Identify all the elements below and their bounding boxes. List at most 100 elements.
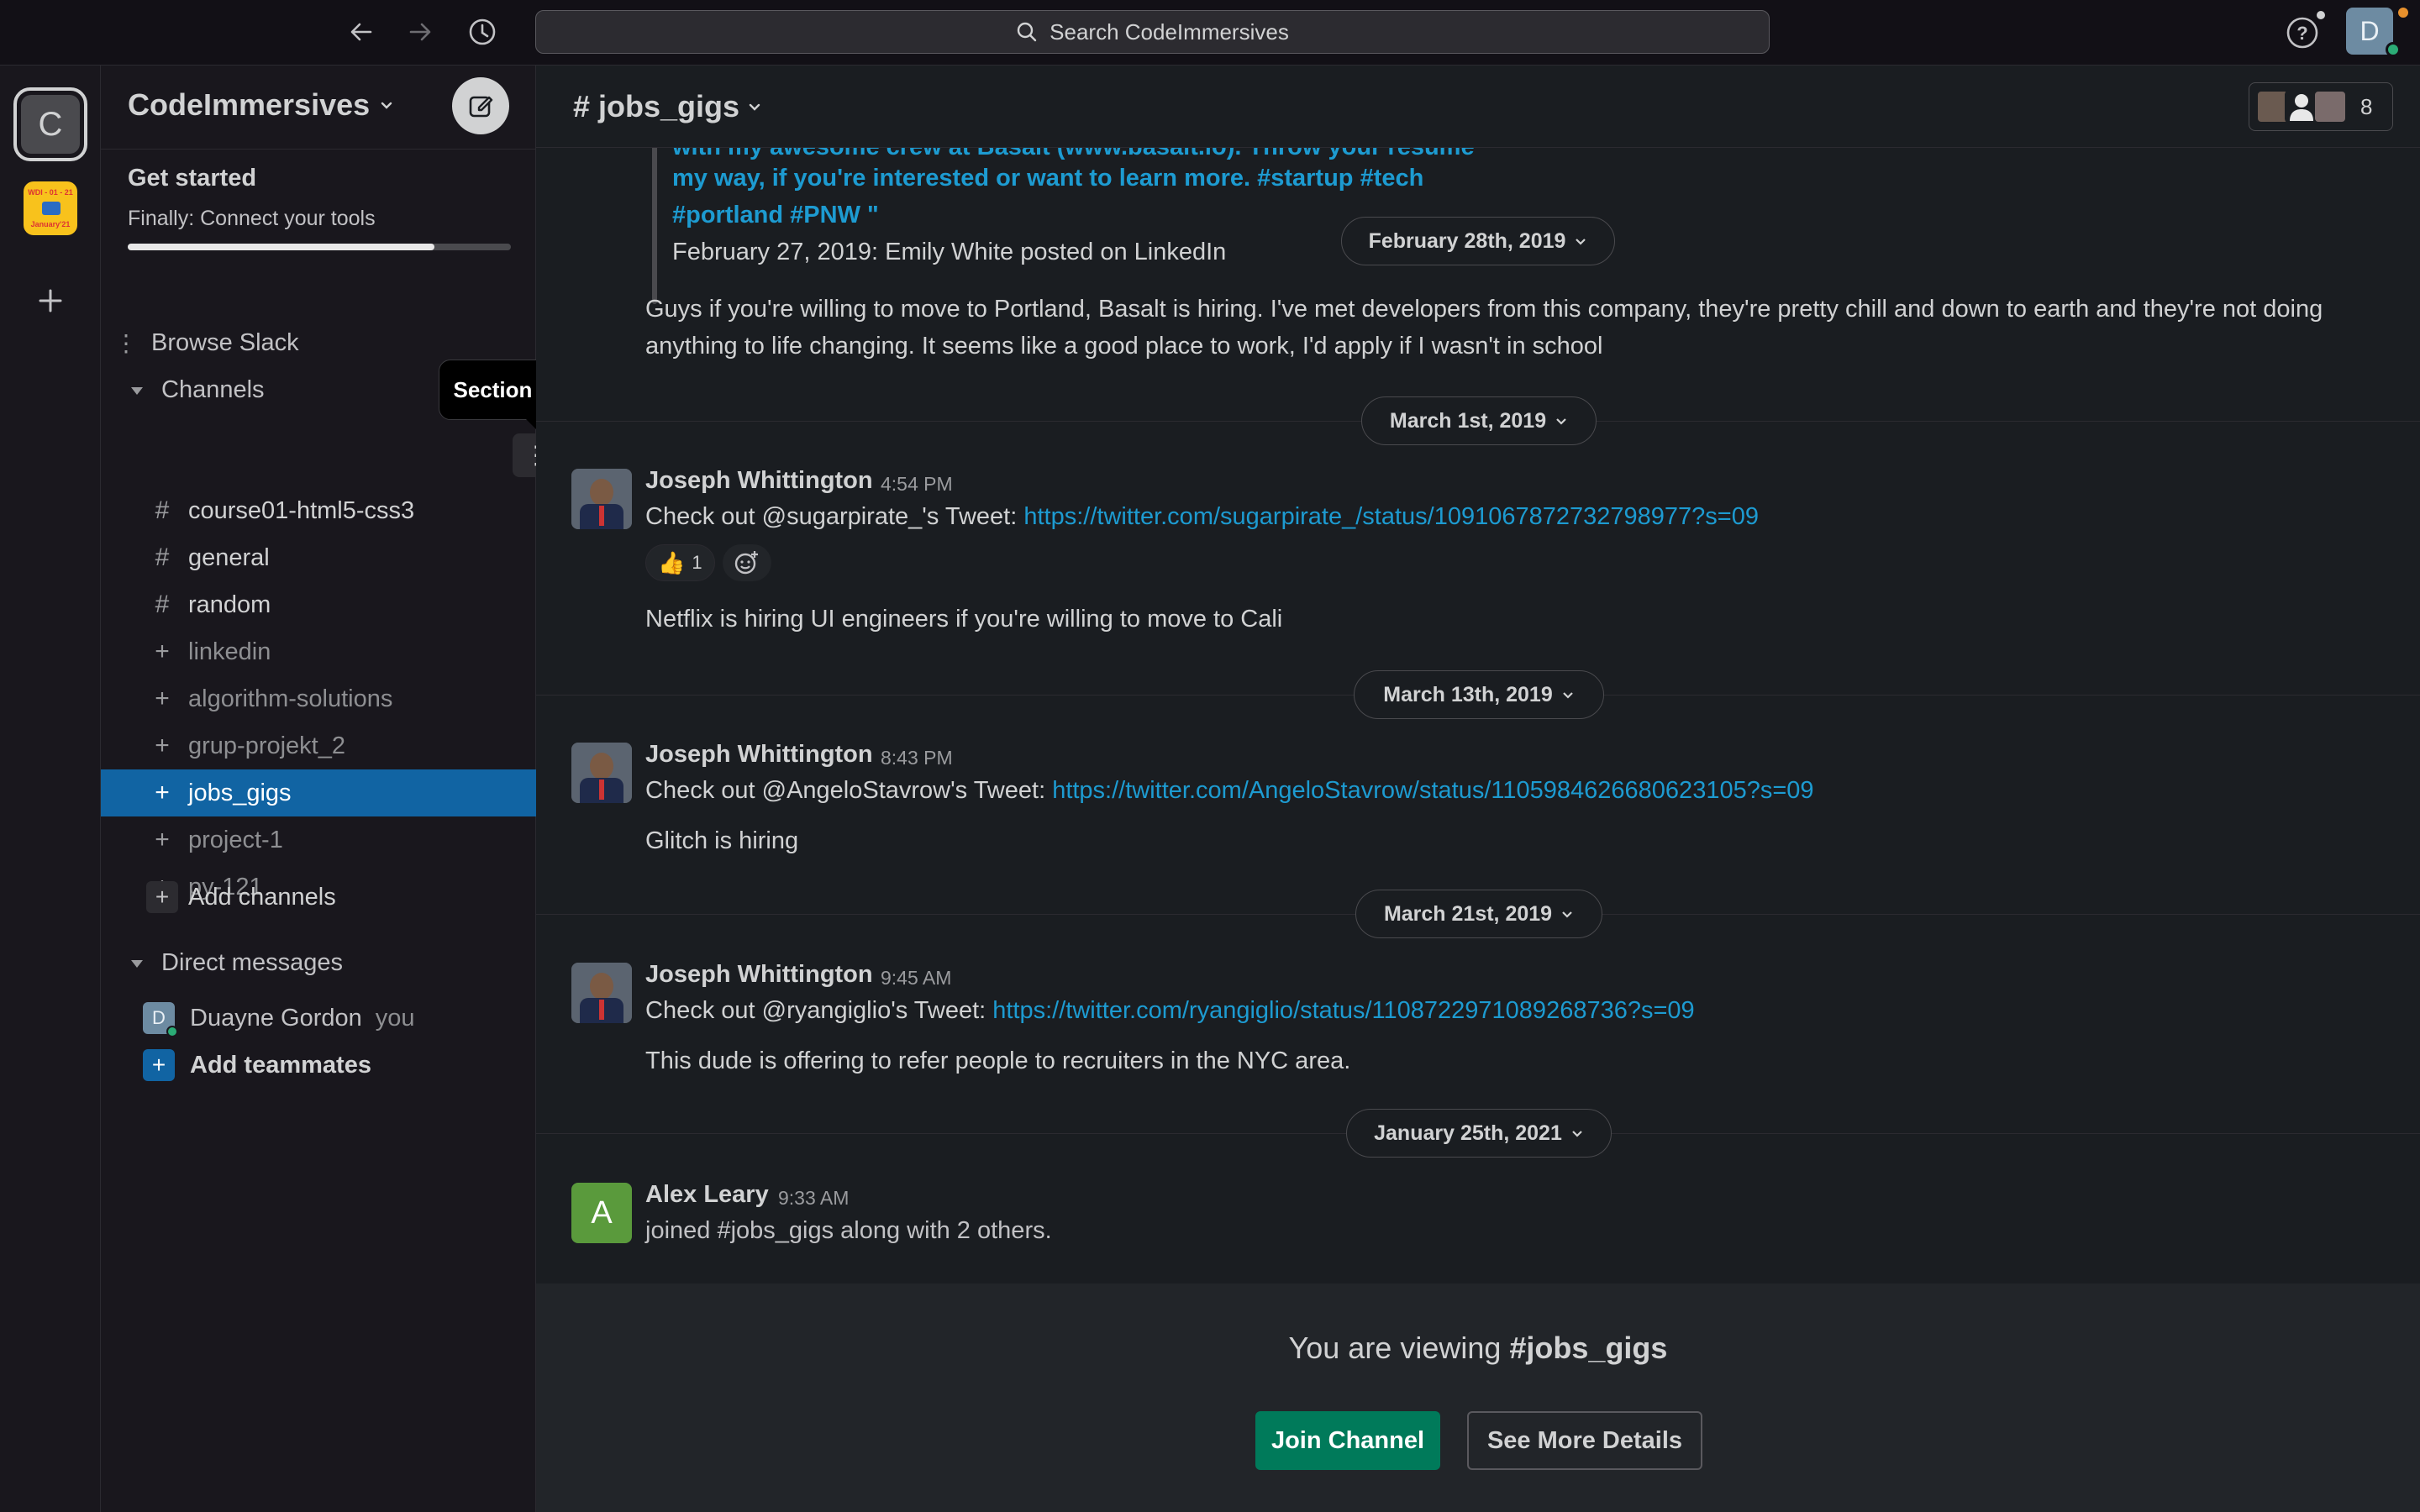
channel-item[interactable]: # course01-html5-css3 [101,487,536,534]
compose-icon [469,96,493,118]
chevron-down-icon [1556,418,1566,425]
quote-text: my way, if you're interested or want to … [672,165,1424,192]
direct-messages-section-header[interactable]: Direct messages [128,949,343,977]
svg-text:?: ? [2296,23,2307,44]
help-notification-dot [2315,9,2327,21]
message-author[interactable]: Joseph Whittington [645,467,873,495]
message-time[interactable]: 4:54 PM [881,473,953,496]
date-divider-button[interactable]: March 1st, 2019 [1361,396,1597,445]
message-author[interactable]: Alex Leary [645,1181,769,1209]
reaction-thumbs-up[interactable]: 👍 1 [645,544,715,581]
channel-item[interactable]: # general [101,534,536,581]
hash-icon: # [155,496,170,524]
online-status-dot [166,1026,178,1037]
hash-icon: # [155,591,170,618]
channel-item[interactable]: + algorithm-solutions [101,675,536,722]
hash-icon: # [155,543,170,571]
message-author[interactable]: Joseph Whittington [645,961,873,989]
chevron-down-icon [749,103,760,111]
add-reaction-button[interactable] [723,544,771,581]
avatar[interactable]: A [571,1183,632,1243]
get-started-title[interactable]: Get started [128,165,256,192]
plus-icon: + [143,1049,175,1081]
search-input[interactable]: Search CodeImmersives [535,10,1770,54]
channel-label: jobs_gigs [188,779,292,806]
viewing-notice: You are viewing #jobs_gigs [536,1331,2420,1366]
tweet-link[interactable]: https://twitter.com/ryangiglio/status/11… [992,997,1694,1024]
channel-item[interactable]: + linkedin [101,628,536,675]
chevron-down-icon [1562,911,1572,918]
member-count: 8 [2360,93,2373,119]
channel-header: # jobs_gigs 8 [536,66,2420,148]
add-teammates[interactable]: + Add teammates [101,1042,536,1089]
avatar[interactable] [571,469,632,529]
workspace-icon-text: January'21 [30,220,71,228]
add-workspace-icon[interactable] [30,281,71,321]
dm-user-name: Duayne Gordon [190,1004,362,1032]
search-icon [1017,22,1037,42]
add-teammates-label: Add teammates [190,1051,371,1079]
add-reaction-icon [734,551,758,575]
message-list: with my awesome crew at Basalt (www.basa… [536,148,2420,1284]
avatar[interactable] [571,743,632,803]
workspace-switcher-wdi[interactable]: WDI - 01 - 21 January'21 [24,181,77,235]
compose-button[interactable] [452,77,509,134]
message-time[interactable]: 9:33 AM [778,1187,849,1210]
message-text: This dude is offering to refer people to… [645,1047,1351,1074]
channel-label: linkedin [188,638,271,665]
see-more-details-button[interactable]: See More Details [1467,1411,1702,1470]
tweet-link[interactable]: https://twitter.com/sugarpirate_/status/… [1023,503,1759,530]
message-time[interactable]: 9:45 AM [881,967,951,990]
channel-item[interactable]: + project-1 [101,816,536,864]
workspace-name-menu[interactable]: CodeImmersives [128,87,395,123]
message-text: Check out @AngeloStavrow's Tweet: https:… [645,777,1814,805]
channel-item[interactable]: + jobs_gigs [101,769,536,816]
channel-item[interactable]: + grup-projekt_2 [101,722,536,769]
message-text: Check out @ryangiglio's Tweet: https://t… [645,997,1695,1025]
online-status-dot [2386,42,2401,57]
reaction-count: 1 [692,552,702,573]
channel-item[interactable]: # random [101,581,536,628]
chevron-down-icon [1572,1131,1582,1137]
history-clock-icon[interactable] [464,15,501,49]
caret-down-icon [131,959,143,968]
get-started-progress-bar [128,244,511,250]
notification-dot [2396,6,2410,19]
sidebar: CodeImmersives Get started Finally: Conn… [101,66,632,1512]
message-text: Netflix is hiring UI engineers if you're… [645,606,1283,633]
workspace-name: CodeImmersives [128,87,371,122]
add-channels-label: Add channels [188,883,336,911]
date-divider-button[interactable]: February 28th, 2019 [1341,217,1615,265]
forward-arrow-icon[interactable] [402,15,439,49]
avatar[interactable] [571,963,632,1023]
date-label: February 28th, 2019 [1368,228,1566,253]
date-label: March 13th, 2019 [1383,682,1553,706]
get-started-subtitle[interactable]: Finally: Connect your tools [128,207,376,231]
date-divider-button[interactable]: March 13th, 2019 [1354,670,1604,719]
channel-members-button[interactable]: 8 [2249,82,2393,131]
date-divider-button[interactable]: January 25th, 2021 [1346,1109,1612,1158]
search-placeholder: Search CodeImmersives [1050,18,1289,45]
quote-text: with my awesome crew at Basalt (www.basa… [672,148,1475,161]
workspace-rail: C WDI - 01 - 21 January'21 [0,66,101,1512]
join-channel-button[interactable]: Join Channel [1255,1411,1440,1470]
workspace-icon-graphic [42,202,60,215]
channel-preview-footer: You are viewing #jobs_gigs Join Channel S… [536,1284,2420,1512]
channels-section-header[interactable]: Channels [128,376,265,404]
add-channels[interactable]: + Add channels [101,874,536,921]
help-icon[interactable]: ? [2284,14,2321,51]
workspace-switcher-codeimmersives[interactable]: C [13,87,87,161]
channels-header-label: Channels [161,376,265,403]
plus-icon: + [155,685,170,712]
dm-duayne-gordon[interactable]: D Duayne Gordon you [101,995,536,1042]
date-label: January 25th, 2021 [1374,1121,1562,1145]
browse-slack-label: Browse Slack [151,328,299,356]
message-time[interactable]: 8:43 PM [881,747,953,769]
back-arrow-icon[interactable] [343,15,380,49]
channel-label: general [188,543,270,571]
chevron-down-icon [381,102,392,109]
message-author[interactable]: Joseph Whittington [645,741,873,769]
date-divider-button[interactable]: March 21st, 2019 [1355,890,1602,938]
channel-title-menu[interactable]: # jobs_gigs [573,89,763,124]
tweet-link[interactable]: https://twitter.com/AngeloStavrow/status… [1052,777,1813,804]
